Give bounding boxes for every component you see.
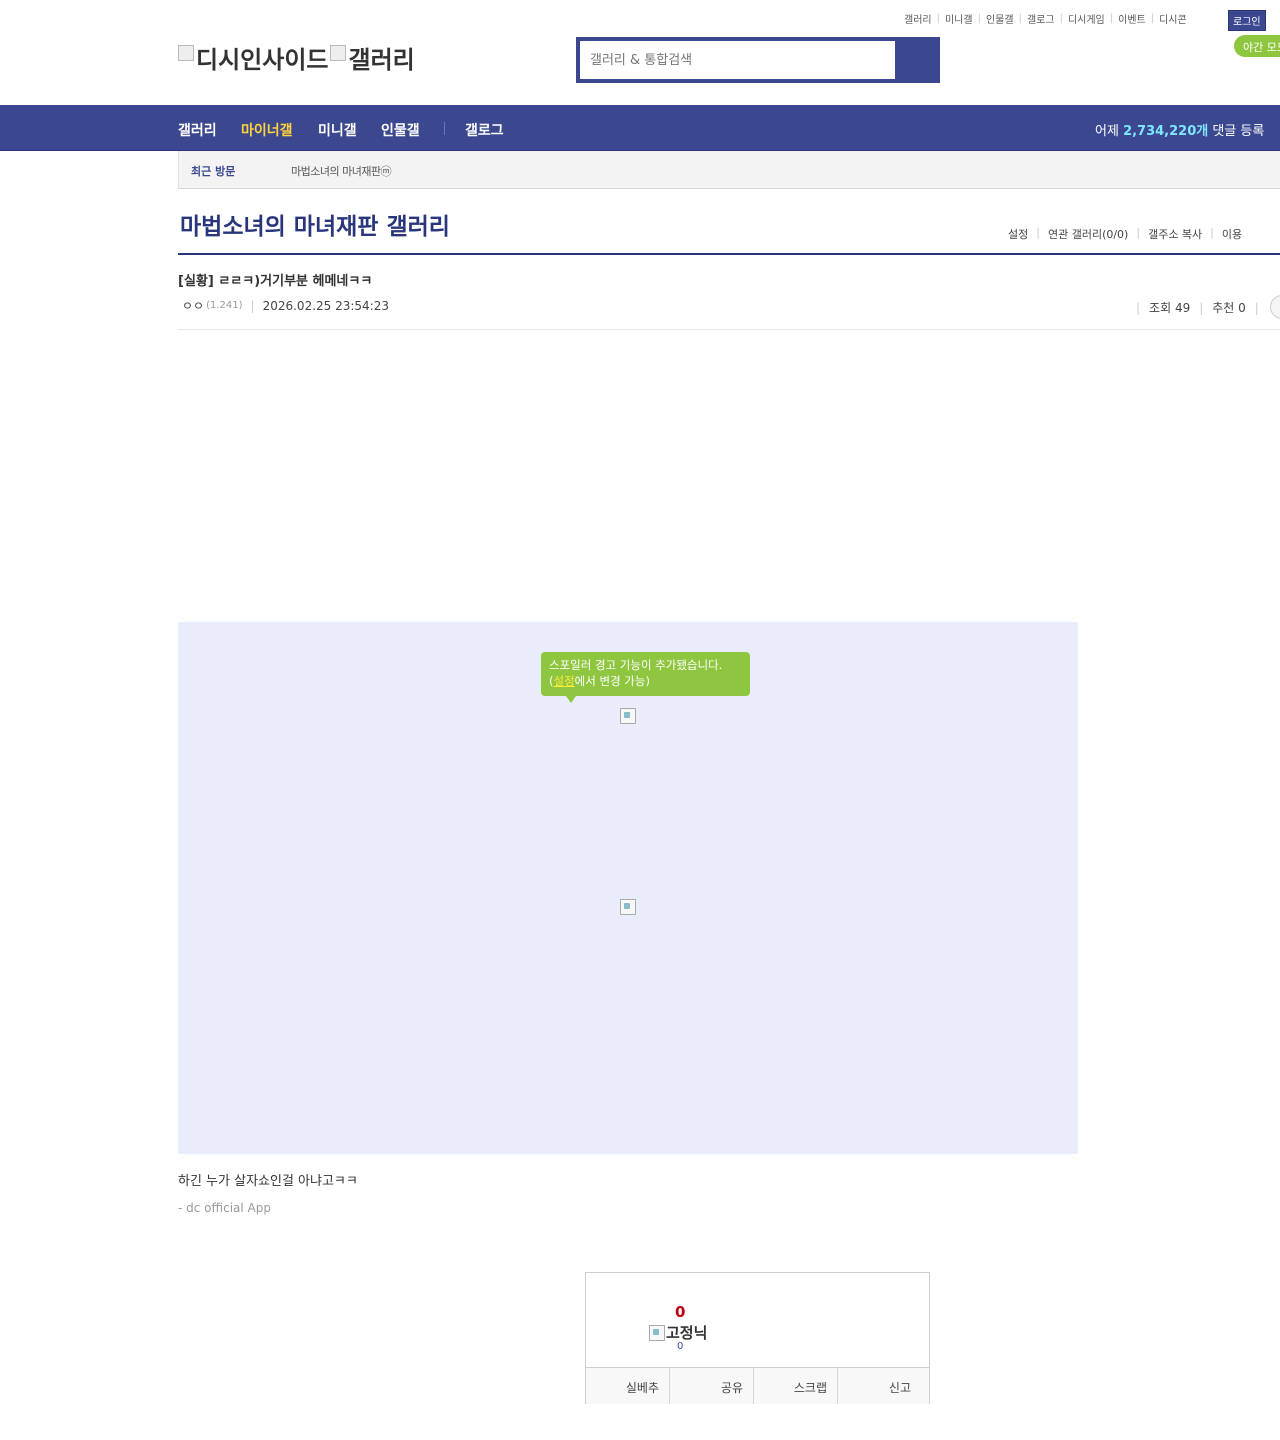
usage-link[interactable]: 이용	[1222, 226, 1242, 242]
recommend-box: 0 고정닉 0 실베추 공유 스크랩 신고	[585, 1272, 930, 1404]
related-gallery-link[interactable]: 연관 갤러리(0/0)	[1048, 226, 1128, 242]
fixed-nick-count: 0	[677, 1341, 684, 1352]
recommend-count: 0	[675, 1303, 686, 1321]
nav-minigall[interactable]: 미니갤	[318, 120, 357, 140]
logo-site-text: 디시인사이드	[196, 46, 329, 74]
tooltip-line1: 스포일러 경고 기능이 추가됐습니다.	[549, 658, 723, 672]
broken-image-icon	[330, 44, 347, 61]
nav-gallog[interactable]: 갤로그	[465, 120, 504, 140]
main-navbar: 갤러리 마이너갤 미니갤 인물갤 갤로그 어제 2,734,220개 댓글 등록	[0, 105, 1280, 151]
top-link-minigall[interactable]: 미니갤	[945, 11, 973, 26]
report-button[interactable]: 신고	[838, 1368, 929, 1404]
gallery-settings-link[interactable]: 설정	[1008, 226, 1028, 242]
nav-gallery[interactable]: 갤러리	[178, 120, 217, 140]
meta-divider	[178, 329, 1280, 330]
copy-gallery-url-link[interactable]: 갤주소 복사	[1148, 226, 1202, 242]
post-meta: ㅇㅇ (1.241) | 2026.02.25 23:54:23	[182, 297, 389, 314]
post-stats: | 조회 49 | 추천 0 |	[1136, 300, 1259, 316]
share-circle-button[interactable]	[1270, 295, 1280, 319]
post-recommend-count: 추천 0	[1212, 301, 1246, 315]
gallery-links: 설정 | 연관 갤러리(0/0) | 갤주소 복사 | 이용	[1008, 226, 1243, 242]
night-mode-button[interactable]: 야간 모드	[1234, 35, 1280, 57]
search-box	[576, 37, 940, 83]
recommend-actions: 실베추 공유 스크랩 신고	[586, 1367, 929, 1404]
recent-visit-label: 최근 방문	[191, 165, 236, 178]
top-links: 갤러리 | 미니갤 | 인물갤 | 갤로그 | 디시게임 | 이벤트 | 디시콘	[904, 11, 1187, 26]
post-date: 2026.02.25 23:54:23	[262, 298, 389, 313]
title-divider	[178, 253, 1280, 255]
post-body-text: 하긴 누가 살자쇼인걸 아냐고ㅋㅋ	[178, 1174, 358, 1189]
recent-visit-item[interactable]: 마법소녀의 마녀재판ⓜ	[291, 163, 392, 179]
top-link-event[interactable]: 이벤트	[1118, 11, 1146, 26]
post-views: 조회 49	[1149, 301, 1191, 315]
top-link-gallery[interactable]: 갤러리	[904, 11, 932, 26]
top-link-dccon[interactable]: 디시콘	[1159, 11, 1187, 26]
tooltip-arrow	[566, 696, 576, 703]
best-recommend-button[interactable]: 실베추	[586, 1368, 670, 1404]
comment-stat: 어제 2,734,220개 댓글 등록	[1095, 124, 1265, 139]
site-logo[interactable]: 디시인사이드 갤러리	[178, 40, 415, 75]
broken-image-icon[interactable]	[620, 708, 636, 724]
nav-divider	[444, 122, 445, 135]
share-button[interactable]: 공유	[670, 1368, 754, 1404]
nav-persongall[interactable]: 인물갤	[381, 120, 420, 140]
logo-section-text: 갤러리	[348, 46, 415, 74]
tooltip-line2: (설정에서 변경 가능)	[549, 674, 650, 688]
gallery-title[interactable]: 마법소녀의 마녀재판 갤러리	[180, 207, 450, 241]
recent-visit-bar: 최근 방문 마법소녀의 마녀재판ⓜ	[178, 151, 1280, 189]
tooltip-settings-link[interactable]: 설정	[554, 674, 575, 688]
nav-minorgall[interactable]: 마이너갤	[241, 120, 293, 140]
broken-image-icon	[649, 1324, 665, 1341]
app-signature: - dc official App	[178, 1201, 271, 1215]
spoiler-content-area	[178, 622, 1078, 1154]
post-author[interactable]: ㅇㅇ	[182, 297, 204, 314]
top-link-persongall[interactable]: 인물갤	[986, 11, 1014, 26]
scrap-button[interactable]: 스크랩	[754, 1368, 838, 1404]
top-link-gallog[interactable]: 갤로그	[1027, 11, 1055, 26]
search-input[interactable]	[580, 41, 895, 79]
fixed-nick-recommend: 고정닉	[649, 1322, 707, 1343]
broken-image-icon	[178, 44, 194, 61]
search-button[interactable]	[899, 41, 936, 79]
post-author-ip: (1.241)	[206, 300, 243, 311]
top-link-dcgame[interactable]: 디시게임	[1068, 11, 1105, 26]
login-button[interactable]: 로그인	[1228, 10, 1266, 31]
spoiler-tooltip: 스포일러 경고 기능이 추가됐습니다. (설정에서 변경 가능)	[541, 652, 750, 696]
comment-stat-count: 2,734,220개	[1123, 124, 1209, 139]
broken-image-icon[interactable]	[620, 899, 636, 915]
search-icon	[909, 52, 923, 66]
post-title: [실황] ㄹㄹㅋ)거기부분 헤메네ㅋㅋ	[178, 274, 373, 289]
